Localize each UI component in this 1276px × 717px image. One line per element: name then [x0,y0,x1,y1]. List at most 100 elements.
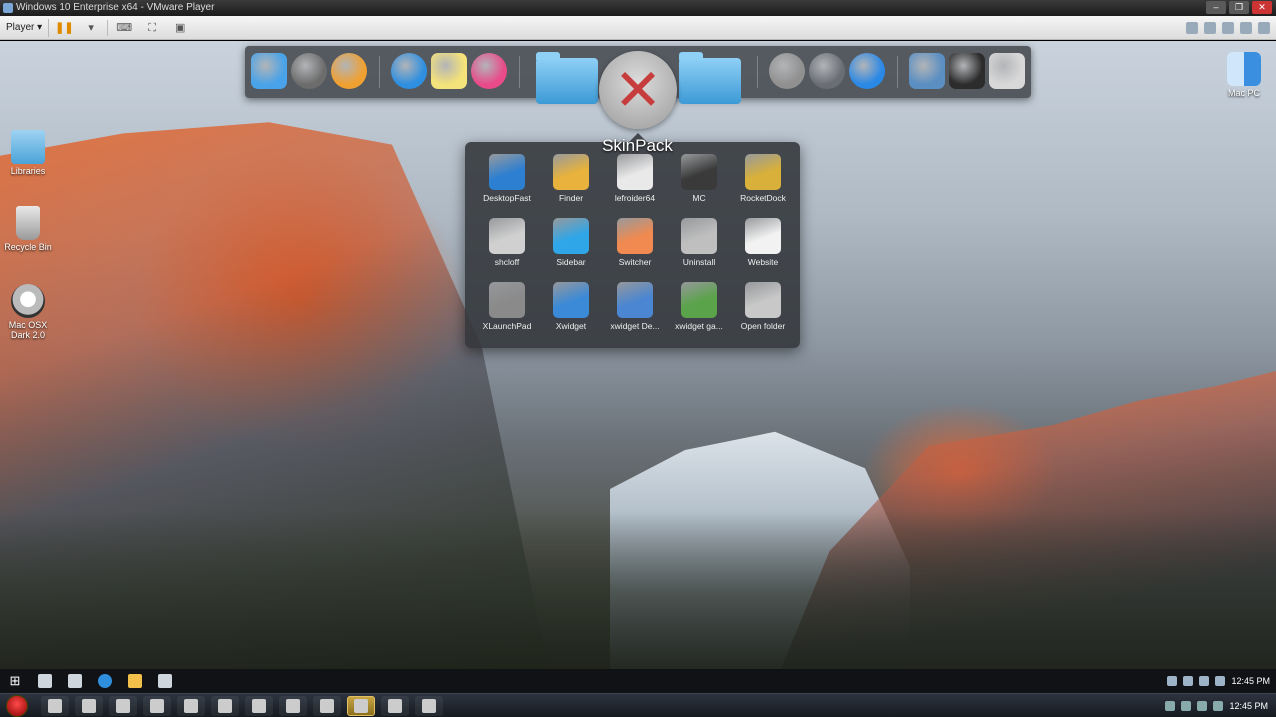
app-label: Uninstall [682,257,716,267]
skinpack-app-lefroider64[interactable]: lefroider64 [603,154,667,218]
device-status-icons [1186,21,1276,34]
photos-icon[interactable] [331,53,367,89]
skinpack-app-website[interactable]: Website [731,218,795,282]
usb-icon[interactable] [1240,21,1252,34]
app-label: Finder [558,193,584,203]
app-label: Sidebar [556,257,586,267]
host-clock[interactable]: 12:45 PM [1229,701,1268,711]
pause-icon[interactable]: ❚❚ [55,21,73,35]
skinpack-app-shcloff[interactable]: shcloff [475,218,539,282]
desktop-icon-label: Recycle Bin [4,242,52,252]
taskbar-button[interactable] [381,695,409,716]
host-start-orb-icon[interactable] [6,694,28,717]
fullscreen-icon[interactable]: ⛶ [144,21,160,35]
task-view-icon[interactable] [68,674,82,688]
skinpack-app-rocketdock[interactable]: RocketDock [731,154,795,218]
skinpack-app-xwidget-de[interactable]: xwidget De... [603,282,667,346]
app-label: Open folder [740,321,786,331]
photo-gallery-icon[interactable] [909,53,945,89]
network-icon[interactable] [1199,676,1210,686]
power-icon[interactable] [769,53,805,89]
network-adapter-icon[interactable] [1222,21,1234,34]
app-icon [489,218,525,254]
hard-disk-icon[interactable] [1186,21,1198,34]
tray-icon[interactable] [1183,676,1194,686]
tray-icon[interactable] [1167,676,1178,686]
unity-icon[interactable]: ▣ [172,21,188,35]
taskbar-button[interactable] [415,695,443,716]
system-preferences-icon[interactable] [291,53,327,89]
skinpack-app-xwidget[interactable]: Xwidget [539,282,603,346]
skinpack-app-mc[interactable]: MC [667,154,731,218]
skinpack-x-icon[interactable]: ✕ [599,51,677,129]
skinpack-app-sidebar[interactable]: Sidebar [539,218,603,282]
skinpack-app-uninstall[interactable]: Uninstall [667,218,731,282]
tray-icon[interactable] [1165,701,1176,711]
taskbar-button[interactable] [211,695,239,716]
host-system-tray: 12:45 PM [1165,694,1268,717]
window-controls: – ❐ ✕ [1206,1,1272,14]
send-keys-icon[interactable]: ⌨ [116,21,132,35]
taskbar-button[interactable] [313,695,341,716]
skinpack-app-desktopfast[interactable]: DesktopFast [475,154,539,218]
cd-drive-icon[interactable] [1204,21,1216,34]
popup-title: SkinPack [602,136,673,155]
store-icon[interactable] [158,674,172,688]
edge-browser-icon[interactable] [98,674,112,688]
documents-folder-icon[interactable] [536,52,598,104]
window-titlebar[interactable]: Windows 10 Enterprise x64 - VMware Playe… [0,0,1276,16]
search-icon[interactable] [38,674,52,688]
itunes-icon[interactable] [471,53,507,89]
windows-start-icon[interactable]: ⊞ [8,674,22,688]
widgets-icon[interactable] [949,53,985,89]
photoshop-icon [218,698,232,713]
taskbar-button[interactable] [75,695,103,716]
close-button[interactable]: ✕ [1252,1,1272,14]
skinpack-app-open-folder[interactable]: Open folder [731,282,795,346]
guest-clock[interactable]: 12:45 PM [1231,676,1270,686]
desktop-icon-libraries[interactable]: Libraries [0,130,56,176]
skinpack-app-switcher[interactable]: Switcher [603,218,667,282]
volume-icon[interactable] [1215,676,1226,686]
applications-folder-icon[interactable] [679,52,741,104]
sound-icon[interactable] [1258,21,1270,34]
tray-icon[interactable] [1197,701,1208,711]
app-icon [617,154,653,190]
skinpack-app-xlaunchpad[interactable]: XLaunchPad [475,282,539,346]
dropdown-icon[interactable]: ▾ [83,21,99,35]
app-icon [745,282,781,318]
desktop-icon-label: Libraries [10,166,46,176]
player-menu[interactable]: Player ▾ [0,18,50,37]
volume-icon[interactable] [1213,701,1224,711]
desktop-icon-mac-osx-dark[interactable]: Mac OSX Dark 2.0 [0,284,56,340]
taskbar-button-vmware[interactable] [347,695,375,716]
skinpack-app-finder[interactable]: Finder [539,154,603,218]
wallpaper-valley [0,511,1276,669]
taskbar-button[interactable] [109,695,137,716]
maximize-button[interactable]: ❐ [1229,1,1249,14]
vmware-app-icon [3,3,13,13]
file-explorer-icon[interactable] [128,674,142,688]
recycle-bin-icon [16,206,40,240]
app-label: xwidget ga... [675,321,723,331]
taskbar-button[interactable] [177,695,205,716]
trash-icon[interactable] [989,53,1025,89]
app-store-icon[interactable] [849,53,885,89]
tray-icon[interactable] [1181,701,1192,711]
taskbar-button[interactable] [279,695,307,716]
app-label: Website [747,257,779,267]
taskbar-button[interactable] [143,695,171,716]
minimize-button[interactable]: – [1206,1,1226,14]
desktop-icon-recycle-bin[interactable]: Recycle Bin [0,206,56,252]
taskbar-button[interactable] [245,695,273,716]
launchpad-icon[interactable] [809,53,845,89]
notes-icon[interactable] [431,53,467,89]
finder-icon[interactable] [251,53,287,89]
app-icon [553,218,589,254]
desktop-icon-mac-pc[interactable]: Mac PC [1216,52,1272,98]
app-label: xwidget De... [610,321,660,331]
taskbar-button[interactable] [41,695,69,716]
skinpack-app-xwidget-ga[interactable]: xwidget ga... [667,282,731,346]
app-label: RocketDock [740,193,786,203]
safari-icon[interactable] [391,53,427,89]
